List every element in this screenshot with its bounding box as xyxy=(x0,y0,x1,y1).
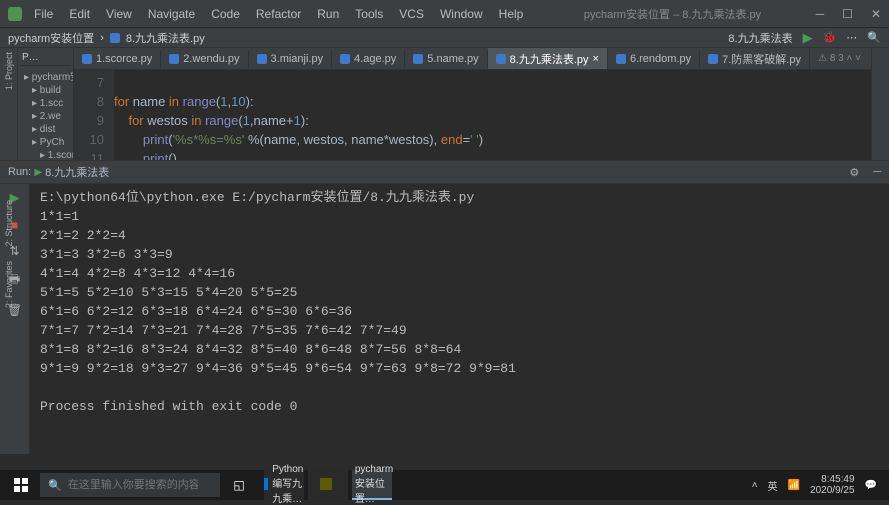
menu-window[interactable]: Window xyxy=(434,5,489,23)
project-tree[interactable]: P… ▸ pycharm安▸ build▸ 1.scc▸ 2.we▸ dist▸… xyxy=(18,48,74,160)
close-tab-icon[interactable]: × xyxy=(593,53,599,65)
tree-item[interactable]: ▸ 2.we xyxy=(22,110,69,123)
python-file-icon xyxy=(169,54,179,64)
app-icon xyxy=(8,7,22,21)
tree-item[interactable]: ▸ 1.scc xyxy=(22,97,69,110)
search-icon[interactable]: 🔍 xyxy=(867,31,881,44)
python-file-icon xyxy=(708,54,718,64)
left-toolstrip: 1: Project xyxy=(0,48,18,160)
title-bar: FileEditViewNavigateCodeRefactorRunTools… xyxy=(0,0,889,28)
menu-run[interactable]: Run xyxy=(311,5,345,23)
close-icon[interactable]: ✕ xyxy=(871,7,881,21)
menu-code[interactable]: Code xyxy=(205,5,246,23)
editor-tabs: 1.scorce.py2.wendu.py3.mianji.py4.age.py… xyxy=(74,48,871,70)
minimize-panel-icon[interactable]: ─ xyxy=(873,166,881,179)
tree-item[interactable]: ▸ PyCh xyxy=(22,136,69,149)
project-tree-header: P… xyxy=(20,50,71,66)
project-toolwindow-button[interactable]: 1: Project xyxy=(4,52,14,90)
maximize-icon[interactable]: ☐ xyxy=(842,7,853,21)
console-output[interactable]: E:\python64位\python.exe E:/pycharm安装位置/8… xyxy=(30,184,889,454)
python-file-icon xyxy=(82,54,92,64)
editor-tab[interactable]: 2.wendu.py xyxy=(161,50,248,68)
editor-tab[interactable]: 7.防黑客破解.py xyxy=(700,48,810,70)
right-toolstrip xyxy=(871,48,889,160)
editor-tab[interactable]: 8.九九乘法表.py × xyxy=(488,48,608,70)
ime-indicator[interactable]: 英 xyxy=(768,478,778,493)
python-file-icon xyxy=(616,54,626,64)
editor-tab[interactable]: 3.mianji.py xyxy=(249,50,333,68)
taskbar-app[interactable]: Python编写九九乘… xyxy=(264,470,304,500)
python-file-icon xyxy=(496,54,506,64)
minimize-icon[interactable]: ─ xyxy=(816,7,825,21)
toolwindow-button[interactable]: 2: Favorites xyxy=(4,261,14,308)
run-panel-header: Run: ▶ 8.九九乘法表 ⚙ ─ xyxy=(0,160,889,184)
editor-tab[interactable]: 4.age.py xyxy=(332,50,405,68)
crumb-file[interactable]: 8.九九乘法表.py xyxy=(126,30,205,46)
network-icon[interactable]: 📶 xyxy=(788,480,800,491)
python-file-icon xyxy=(257,54,267,64)
gear-icon[interactable]: ⚙ xyxy=(849,166,859,179)
windows-taskbar: 🔍 ◱ Python编写九九乘… pycharm安装位置… ˄ 英 📶 8:45:… xyxy=(0,470,889,500)
taskbar-app[interactable] xyxy=(308,470,348,500)
analysis-badge: ⚠ 8 3 ˄ ˅ xyxy=(818,53,861,64)
breadcrumb: pycharm安装位置 › 8.九九乘法表.py 8.九九乘法表 ▶ 🐞 ⋯ 🔍 xyxy=(0,28,889,48)
editor-tab[interactable]: 5.name.py xyxy=(405,50,487,68)
python-file-icon xyxy=(110,33,120,43)
tree-item[interactable]: ▸ build xyxy=(22,84,69,97)
editor-tab[interactable]: 1.scorce.py xyxy=(74,50,161,68)
chevron-right-icon: › xyxy=(100,32,104,44)
taskbar-app[interactable]: pycharm安装位置… xyxy=(352,470,392,500)
main-menu: FileEditViewNavigateCodeRefactorRunTools… xyxy=(28,5,529,23)
menu-help[interactable]: Help xyxy=(493,5,530,23)
menu-tools[interactable]: Tools xyxy=(349,5,389,23)
taskbar-search[interactable]: 🔍 xyxy=(40,473,220,497)
run-icon[interactable]: ▶ xyxy=(803,30,813,46)
code-editor[interactable]: for name in range(1,10): for westos in r… xyxy=(114,70,871,160)
crumb-project[interactable]: pycharm安装位置 xyxy=(8,30,94,46)
python-file-icon xyxy=(340,54,350,64)
start-button[interactable] xyxy=(4,470,38,500)
tray-chevron-icon[interactable]: ˄ xyxy=(752,480,758,491)
python-file-icon xyxy=(413,54,423,64)
debug-icon[interactable]: 🐞 xyxy=(823,31,837,44)
tree-item[interactable]: ▸ pycharm安 xyxy=(22,67,69,84)
editor-tab[interactable]: 6.rendom.py xyxy=(608,50,700,68)
menu-navigate[interactable]: Navigate xyxy=(142,5,201,23)
run-tab-icon: ▶ xyxy=(34,167,42,178)
tree-item[interactable]: ▸ dist xyxy=(22,123,69,136)
tree-item[interactable]: ▸ 1.scorce xyxy=(22,149,69,160)
system-tray[interactable]: ˄ 英 📶 8:45:49 2020/9/25 💬 xyxy=(752,474,885,496)
run-tab-name[interactable]: 8.九九乘法表 xyxy=(45,164,109,180)
task-view-icon[interactable]: ◱ xyxy=(222,470,256,500)
menu-view[interactable]: View xyxy=(100,5,138,23)
more-run-icon[interactable]: ⋯ xyxy=(846,31,857,44)
menu-refactor[interactable]: Refactor xyxy=(250,5,307,23)
window-title: pycharm安装位置 – 8.九九乘法表.py xyxy=(529,6,815,22)
run-config-name[interactable]: 8.九九乘法表 xyxy=(728,30,792,46)
search-icon: 🔍 xyxy=(48,479,62,492)
menu-vcs[interactable]: VCS xyxy=(393,5,430,23)
toolwindow-button[interactable]: 2: Structure xyxy=(4,200,14,247)
line-gutter: 789101112 xyxy=(74,70,114,160)
search-input[interactable] xyxy=(68,479,198,491)
clock[interactable]: 8:45:49 2020/9/25 xyxy=(810,474,855,496)
notification-icon[interactable]: 💬 xyxy=(865,480,877,491)
menu-edit[interactable]: Edit xyxy=(63,5,96,23)
menu-file[interactable]: File xyxy=(28,5,59,23)
run-label: Run: xyxy=(8,166,31,178)
